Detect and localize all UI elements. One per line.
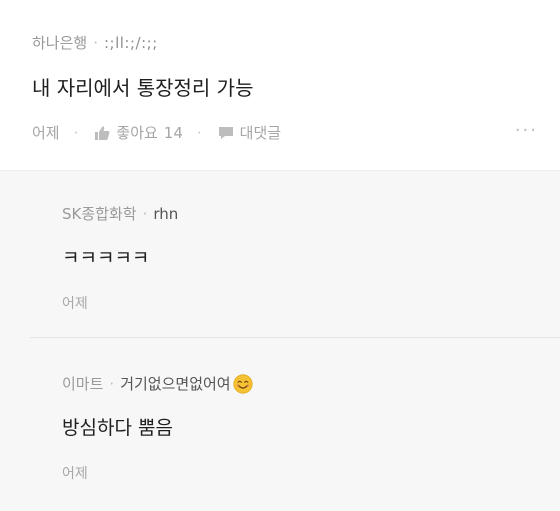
- comment-nickname[interactable]: 거기없으면없어여: [120, 373, 230, 394]
- post-author-meta: 하나은행 · :;ll:;/:;;: [32, 32, 158, 53]
- action-separator: ·: [73, 123, 79, 142]
- post-company[interactable]: 하나은행: [32, 34, 87, 52]
- comment-text: 방심하다 뿜음: [62, 417, 173, 439]
- thumbs-up-icon: [95, 126, 110, 140]
- meta-separator: ·: [142, 204, 148, 223]
- reply-label: 대댓글: [239, 124, 282, 142]
- comment-date: 어제: [62, 296, 88, 312]
- reply-button[interactable]: 대댓글: [218, 122, 281, 143]
- comment-company[interactable]: SK종합화학: [62, 203, 137, 224]
- post: 하나은행 · :;ll:;/:;; 내 자리에서 통장정리 가능 어제 · 좋아요 …: [0, 0, 560, 170]
- comment-text: ㅋㅋㅋㅋㅋ: [62, 247, 150, 269]
- comment-nickname[interactable]: rhn: [153, 205, 178, 223]
- comment-icon: [218, 126, 233, 139]
- meta-separator: ·: [93, 34, 98, 52]
- post-nickname[interactable]: :;ll:;/:;;: [104, 34, 158, 52]
- ellipsis-icon: ···: [514, 120, 538, 141]
- comment-list: SK종합화학 · rhn ㅋㅋㅋㅋㅋ 어제 이마트 · 거기없으면없어여 방심하다 뿜음…: [0, 170, 560, 511]
- comment-author-meta: 이마트 · 거기없으면없어여: [62, 373, 253, 394]
- post-actions: 어제 · 좋아요 14 · 대댓글: [32, 122, 281, 143]
- post-text: 내 자리에서 통장정리 가능: [32, 76, 254, 100]
- smiling-face-icon: [232, 373, 253, 394]
- like-button[interactable]: 좋아요 14: [94, 122, 183, 143]
- like-count: 14: [163, 123, 183, 142]
- like-label: 좋아요: [116, 124, 158, 142]
- more-options-button[interactable]: ···: [515, 120, 538, 141]
- comment-author-meta: SK종합화학 · rhn: [62, 203, 178, 224]
- comment-date: 어제: [62, 466, 88, 482]
- comment-company[interactable]: 이마트: [62, 373, 103, 394]
- comment-divider: [30, 337, 560, 338]
- post-date: 어제: [32, 124, 60, 142]
- action-separator: ·: [196, 123, 202, 142]
- meta-separator: ·: [109, 374, 115, 393]
